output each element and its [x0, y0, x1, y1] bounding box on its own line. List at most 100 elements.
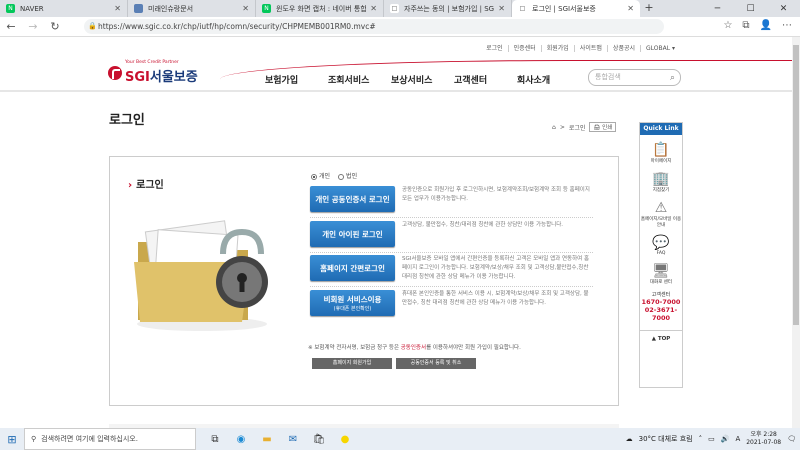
page-scrollbar[interactable] — [792, 37, 800, 428]
login-note: ※ 보험계약 전자서명, 보험금 청구 등은 공동인증서를 이용하셔야만 회원 … — [308, 345, 521, 351]
close-window-button[interactable]: ✕ — [767, 0, 800, 17]
store-icon[interactable]: 🛍 — [310, 434, 328, 445]
chevron-up-icon[interactable]: ˄ — [699, 435, 703, 443]
main-nav: 보험가입 조회서비스 보상서비스 고객센터 회사소개 — [265, 73, 580, 86]
tab-favicon-icon: N — [262, 4, 271, 13]
menu-icon[interactable]: ⋯ — [782, 20, 792, 31]
windows-start-icon[interactable]: ⊞ — [0, 433, 24, 446]
non-member-service-button[interactable]: 비회원 서비스이용 (휴대폰 본인확인) — [310, 290, 395, 316]
tab-title: 자주쓰는 동의 | 보험가입 | SGI서 — [404, 4, 495, 13]
forward-button[interactable]: → — [22, 20, 44, 33]
browser-tab[interactable]: □ 로그인 | SGI서울보증 ✕ — [512, 0, 640, 17]
nav-item[interactable]: 회사소개 — [517, 73, 580, 86]
site-search-input[interactable]: 통합검색 ⌕ — [588, 69, 681, 86]
folder-lock-illustration — [134, 220, 268, 331]
profile-icon[interactable]: 👤 — [760, 20, 772, 31]
tab-favicon-icon — [134, 4, 143, 13]
quick-link-faq[interactable]: 💬 FAQ — [640, 235, 682, 256]
ime-indicator[interactable]: A — [735, 435, 740, 443]
favorite-star-icon[interactable]: ☆ — [723, 20, 732, 31]
weather-text[interactable]: 30°C 대체로 흐림 — [639, 434, 693, 444]
collections-icon[interactable]: ⧉ — [742, 20, 749, 31]
radio-personal[interactable]: 개인 — [311, 171, 330, 180]
mail-icon[interactable]: ✉ — [284, 434, 302, 445]
edge-icon[interactable]: ◉ — [232, 434, 250, 445]
tab-title: 미래인슈랑문서 — [148, 4, 194, 13]
sgi-logo-icon — [108, 66, 122, 80]
tab-close-icon[interactable]: ✕ — [114, 4, 121, 13]
scrollbar-thumb[interactable] — [793, 45, 799, 325]
home-icon[interactable]: ⌂ — [552, 124, 556, 131]
windows-taskbar: ⊞ ⚲ 검색하려면 여기에 입력하십시오. ⧉ ◉ ▬ ✉ 🛍 ● ☁ 30°C… — [0, 428, 800, 450]
nav-item[interactable]: 조회서비스 — [328, 73, 391, 86]
url-field[interactable]: 🔒 https://www.sgic.co.kr/chp/iutf/hp/com… — [84, 19, 664, 34]
quick-link-branch[interactable]: 🏢 지점찾기 — [640, 171, 682, 193]
warning-icon: ⚠ — [654, 200, 668, 216]
quick-link-guide[interactable]: ⚠ 홈페이지/모바일 이용안내 — [640, 200, 682, 228]
personal-certificate-login-button[interactable]: 개인 공동인증서 로그인 — [310, 186, 395, 212]
certificate-register-button[interactable]: 공동인증서 등록 및 취소 — [396, 358, 476, 369]
tab-title: NAVER — [20, 4, 44, 13]
kakaotalk-icon[interactable]: ● — [336, 434, 354, 445]
quick-link-mypage[interactable]: 📋 마이페이지 — [640, 142, 682, 164]
search-placeholder: 통합검색 — [595, 73, 621, 81]
quick-link-chat-center[interactable]: 🖥 대화로 센터 — [640, 263, 682, 285]
reload-button[interactable]: ↻ — [44, 20, 66, 33]
notification-icon[interactable]: 🗨 — [787, 435, 796, 443]
tab-close-icon[interactable]: ✕ — [627, 4, 634, 13]
browser-tab[interactable]: N 윈도우 화면 캡처 : 네이버 통합검 ✕ — [256, 0, 384, 17]
network-icon[interactable]: ▭ — [708, 435, 715, 443]
util-link[interactable]: 상품공시 — [606, 45, 640, 52]
util-link[interactable]: 회원가입 — [540, 45, 574, 52]
print-button[interactable]: 🖨 인쇄 — [589, 122, 617, 132]
window-controls: ─ ☐ ✕ — [701, 0, 800, 17]
quick-link-header: Quick Link — [640, 123, 682, 135]
utility-nav: 로그인 인증센터 회원가입 사이트맵 상품공시 GLOBAL ▾ — [481, 45, 680, 52]
url-text: https://www.sgic.co.kr/chp/iutf/hp/comn/… — [98, 22, 376, 31]
util-link[interactable]: 인증센터 — [507, 45, 541, 52]
search-icon[interactable]: ⌕ — [670, 71, 675, 86]
maximize-button[interactable]: ☐ — [734, 0, 767, 17]
nav-item[interactable]: 고객센터 — [454, 73, 517, 86]
search-icon: ⚲ — [31, 435, 37, 443]
tab-close-icon[interactable]: ✕ — [242, 4, 249, 13]
util-link[interactable]: 사이트맵 — [573, 45, 607, 52]
divider — [310, 252, 593, 253]
ipin-login-button[interactable]: 개인 아이핀 로그인 — [310, 221, 395, 247]
quick-link-panel: Quick Link 📋 마이페이지 🏢 지점찾기 ⚠ 홈페이지/모바일 이용안내 💬… — [639, 122, 683, 388]
taskbar-search-input[interactable]: ⚲ 검색하려면 여기에 입력하십시오. — [24, 428, 196, 450]
scroll-top-button[interactable]: ▲ TOP — [640, 330, 682, 342]
address-bar-row: ← → ↻ 🔒 https://www.sgic.co.kr/chp/iutf/… — [0, 17, 800, 37]
tab-close-icon[interactable]: ✕ — [498, 4, 505, 13]
logo-tagline: Your Best Credit Partner — [125, 60, 179, 65]
section-heading: › 로그인 — [128, 180, 164, 191]
site-logo[interactable]: Your Best Credit Partner SGI서울보증 — [108, 60, 198, 85]
lock-icon: 🔒 — [88, 22, 97, 30]
util-link-global[interactable]: GLOBAL ▾ — [640, 45, 680, 52]
minimize-button[interactable]: ─ — [701, 0, 734, 17]
volume-icon[interactable]: 🔊 — [721, 435, 730, 443]
radio-corporate[interactable]: 법인 — [338, 171, 357, 180]
option-description: 휴대폰 본인인증을 통한 서비스 이용 시, 보험계약/보상/채무 조회 및 고… — [402, 291, 589, 306]
tel-primary: 1670-7000 — [641, 298, 681, 306]
browser-tab[interactable]: □ 자주쓰는 동의 | 보험가입 | SGI서 ✕ — [384, 0, 512, 17]
system-tray: ☁ 30°C 대체로 흐림 ˄ ▭ 🔊 A 오후 2:28 2021-07-08… — [626, 431, 796, 447]
tab-close-icon[interactable]: ✕ — [370, 4, 377, 13]
browser-tab[interactable]: 미래인슈랑문서 ✕ — [128, 0, 256, 17]
simple-login-button[interactable]: 홈페이지 간편로그인 — [310, 255, 395, 281]
member-join-button[interactable]: 홈페이지 회원가입 — [312, 358, 392, 369]
file-explorer-icon[interactable]: ▬ — [258, 434, 276, 445]
back-button[interactable]: ← — [0, 20, 22, 33]
divider — [310, 286, 593, 287]
browser-tab[interactable]: N NAVER ✕ — [0, 0, 128, 17]
building-icon: 🏢 — [652, 171, 670, 187]
nav-item[interactable]: 보상서비스 — [391, 73, 454, 86]
task-view-icon[interactable]: ⧉ — [206, 434, 224, 445]
util-link[interactable]: 로그인 — [481, 45, 508, 52]
new-tab-button[interactable]: + — [640, 0, 658, 17]
page-title: 로그인 — [109, 113, 145, 128]
clock[interactable]: 오후 2:28 2021-07-08 — [746, 431, 781, 447]
taskbar-apps: ⧉ ◉ ▬ ✉ 🛍 ● — [206, 434, 354, 445]
chevron-right-icon: › — [128, 180, 133, 191]
nav-item[interactable]: 보험가입 — [265, 73, 328, 86]
